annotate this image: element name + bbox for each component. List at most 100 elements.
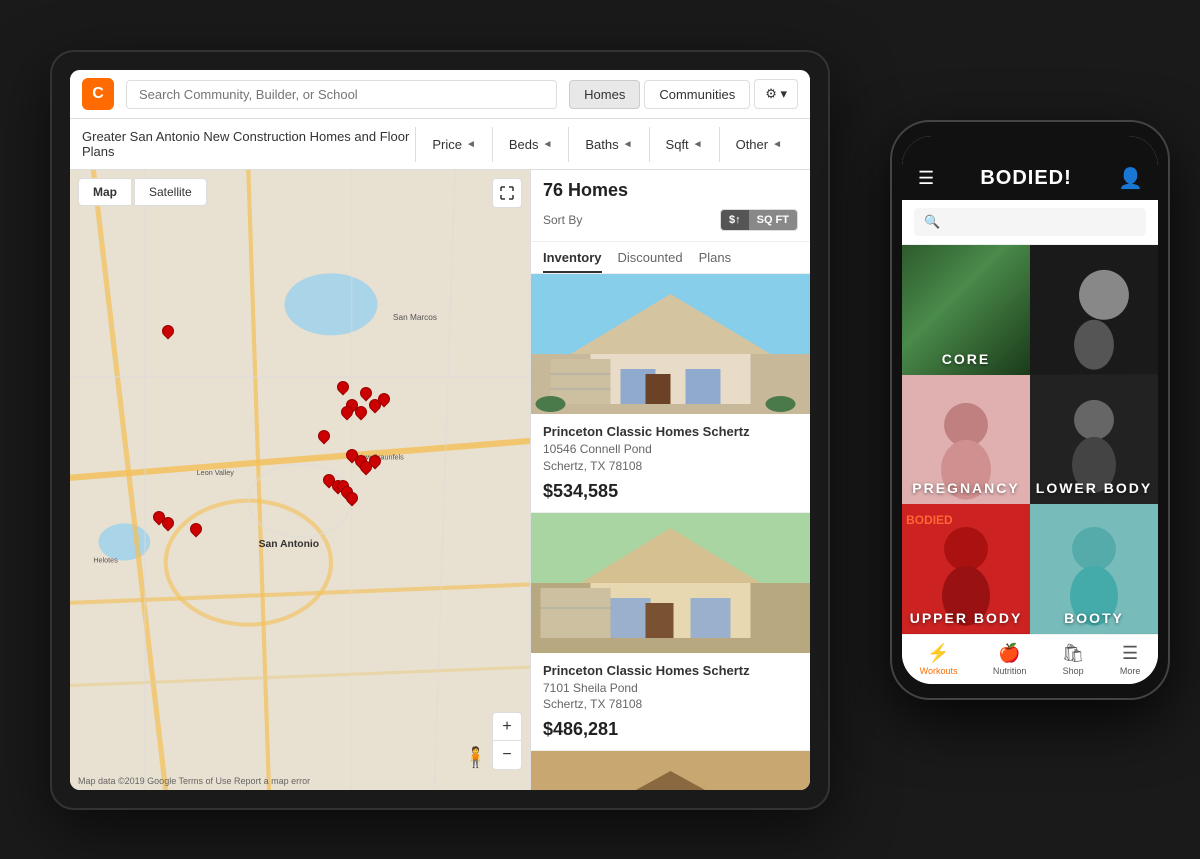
tab-inventory[interactable]: Inventory bbox=[543, 250, 602, 273]
sort-options: $↑ SQ FT bbox=[720, 209, 798, 231]
listing-card[interactable]: Princeton Classic Homes Schertz 7101 She… bbox=[531, 513, 810, 752]
other-filter-arrow: ◄ bbox=[772, 139, 782, 150]
right-panel: 76 Homes Sort By $↑ SQ FT Inventory Disc… bbox=[530, 170, 810, 790]
listings-scroll[interactable]: Princeton Classic Homes Schertz 10546 Co… bbox=[531, 274, 810, 790]
brand-logo: C bbox=[82, 78, 114, 110]
tab-discounted[interactable]: Discounted bbox=[618, 250, 683, 273]
svg-text:San Marcos: San Marcos bbox=[393, 313, 437, 322]
tablet-screen: C Homes Communities ⚙ ▾ Greater San Anto… bbox=[70, 70, 810, 790]
grid-cell-pregnancy-label: PREGNANCY bbox=[902, 480, 1030, 496]
more-label: More bbox=[1120, 666, 1141, 676]
panel-header: 76 Homes Sort By $↑ SQ FT bbox=[531, 170, 810, 242]
grid-cell-pregnancy[interactable]: PREGNANCY bbox=[902, 375, 1030, 505]
filter-buttons: Price ◄ Beds ◄ Baths ◄ Sqft ◄ bbox=[415, 127, 798, 162]
listing-image-2 bbox=[531, 513, 810, 653]
header-nav: Homes Communities ⚙ ▾ bbox=[569, 79, 798, 109]
phone-avatar-icon[interactable]: 👤 bbox=[1118, 166, 1142, 190]
phone-nav-nutrition[interactable]: 🍎 Nutrition bbox=[993, 643, 1027, 676]
price-filter-btn[interactable]: Price ◄ bbox=[415, 127, 492, 162]
map-attribution: Map data ©2019 Google Terms of Use Repor… bbox=[78, 776, 310, 786]
baths-filter-arrow: ◄ bbox=[623, 139, 633, 150]
listing-image-1 bbox=[531, 274, 810, 414]
listing-info-1: Princeton Classic Homes Schertz 10546 Co… bbox=[531, 414, 810, 512]
grid-cell-booty-label: BOOTY bbox=[1030, 610, 1158, 626]
phone-search-input[interactable]: 🔍 bbox=[914, 208, 1146, 236]
map-view-tab[interactable]: Map bbox=[78, 178, 132, 206]
homes-nav-btn[interactable]: Homes bbox=[569, 80, 640, 109]
shop-label: Shop bbox=[1063, 666, 1084, 676]
satellite-view-tab[interactable]: Satellite bbox=[134, 178, 207, 206]
baths-filter-btn[interactable]: Baths ◄ bbox=[568, 127, 648, 162]
sqft-filter-btn[interactable]: Sqft ◄ bbox=[649, 127, 719, 162]
svg-text:Leon Valley: Leon Valley bbox=[197, 468, 235, 477]
other-filter-label: Other bbox=[736, 137, 769, 152]
sqft-filter-arrow: ◄ bbox=[693, 139, 703, 150]
listing-address-1: 10546 Connell Pond Schertz, TX 78108 bbox=[543, 441, 798, 475]
listing-info-2: Princeton Classic Homes Schertz 7101 She… bbox=[531, 653, 810, 751]
svg-text:San Antonio: San Antonio bbox=[259, 539, 319, 550]
sqft-filter-label: Sqft bbox=[666, 137, 689, 152]
nutrition-label: Nutrition bbox=[993, 666, 1027, 676]
phone-bottom-nav: ⚡ Workouts 🍎 Nutrition 🛍 Shop ☰ More bbox=[902, 634, 1158, 684]
listing-address-2: 7101 Sheila Pond Schertz, TX 78108 bbox=[543, 680, 798, 714]
sort-label: Sort By bbox=[543, 213, 582, 227]
communities-nav-btn[interactable]: Communities bbox=[644, 80, 750, 109]
grid-cell-core[interactable]: CORE bbox=[902, 245, 1030, 375]
map-expand-btn[interactable] bbox=[492, 178, 522, 208]
phone-nav-workouts[interactable]: ⚡ Workouts bbox=[920, 643, 958, 676]
listing-card[interactable]: Princeton Classic Homes Schertz 10546 Co… bbox=[531, 274, 810, 513]
filter-bar: Greater San Antonio New Construction Hom… bbox=[70, 119, 810, 170]
listing-name-2: Princeton Classic Homes Schertz bbox=[543, 663, 798, 678]
svg-text:BODIED: BODIED bbox=[906, 513, 953, 527]
phone-notch bbox=[970, 136, 1090, 160]
map-view-tabs: Map Satellite bbox=[78, 178, 207, 206]
listing-price-2: $486,281 bbox=[543, 719, 798, 740]
tablet-header: C Homes Communities ⚙ ▾ bbox=[70, 70, 810, 119]
price-filter-arrow: ◄ bbox=[466, 139, 476, 150]
baths-filter-label: Baths bbox=[585, 137, 618, 152]
grid-cell-lower[interactable]: LOWER BODY bbox=[1030, 375, 1158, 505]
listing-name-1: Princeton Classic Homes Schertz bbox=[543, 424, 798, 439]
phone-search-area: 🔍 bbox=[902, 200, 1158, 245]
grid-cell-core-label: CORE bbox=[902, 351, 1030, 367]
phone-nav-shop[interactable]: 🛍 Shop bbox=[1062, 643, 1085, 676]
map-zoom-controls: + − bbox=[492, 712, 522, 770]
tab-plans[interactable]: Plans bbox=[699, 250, 732, 273]
phone-menu-icon[interactable]: ☰ bbox=[918, 168, 934, 189]
shop-icon: 🛍 bbox=[1062, 643, 1085, 664]
grid-cell-upper[interactable]: BODIED UPPER BODY bbox=[902, 504, 1030, 634]
grid-cell-booty[interactable]: BOOTY bbox=[1030, 504, 1158, 634]
listing-image-3 bbox=[531, 751, 810, 790]
phone-nav-more[interactable]: ☰ More bbox=[1120, 643, 1141, 676]
grid-cell-upper-label: UPPER BODY bbox=[902, 610, 1030, 626]
sort-price-btn[interactable]: $↑ bbox=[721, 210, 749, 230]
phone-screen: ☰ BODIED! 👤 🔍 CORE bbox=[902, 136, 1158, 684]
beds-filter-arrow: ◄ bbox=[542, 139, 552, 150]
grid-cell-top-right[interactable] bbox=[1030, 245, 1158, 375]
svg-text:Helotes: Helotes bbox=[93, 556, 118, 565]
nutrition-icon: 🍎 bbox=[998, 643, 1020, 664]
price-filter-label: Price bbox=[432, 137, 462, 152]
workouts-icon: ⚡ bbox=[927, 643, 949, 664]
settings-btn[interactable]: ⚙ ▾ bbox=[754, 79, 798, 109]
tablet-device: C Homes Communities ⚙ ▾ Greater San Anto… bbox=[50, 50, 830, 810]
phone-app-title: BODIED! bbox=[980, 167, 1071, 190]
page-title: Greater San Antonio New Construction Hom… bbox=[82, 119, 415, 169]
scene: C Homes Communities ⚙ ▾ Greater San Anto… bbox=[0, 0, 1200, 859]
zoom-in-btn[interactable]: + bbox=[493, 713, 521, 741]
other-filter-btn[interactable]: Other ◄ bbox=[719, 127, 798, 162]
phone-workout-grid: CORE PREGNANCY bbox=[902, 245, 1158, 634]
sort-row: Sort By $↑ SQ FT bbox=[543, 209, 798, 231]
search-input[interactable] bbox=[126, 80, 557, 109]
homes-count: 76 Homes bbox=[543, 180, 798, 201]
map-area[interactable]: San Antonio San Marcos New Braunfels Hel… bbox=[70, 170, 530, 790]
zoom-out-btn[interactable]: − bbox=[493, 741, 521, 769]
workouts-label: Workouts bbox=[920, 666, 958, 676]
sort-sqft-btn[interactable]: SQ FT bbox=[749, 210, 797, 230]
pegman-icon[interactable]: 🧍 bbox=[463, 745, 488, 770]
tablet-main: San Antonio San Marcos New Braunfels Hel… bbox=[70, 170, 810, 790]
beds-filter-label: Beds bbox=[509, 137, 539, 152]
listing-card[interactable]: Perry Homes @ Kallison 14223 Shetland Wa… bbox=[531, 751, 810, 790]
beds-filter-btn[interactable]: Beds ◄ bbox=[492, 127, 569, 162]
panel-tabs: Inventory Discounted Plans bbox=[531, 242, 810, 274]
